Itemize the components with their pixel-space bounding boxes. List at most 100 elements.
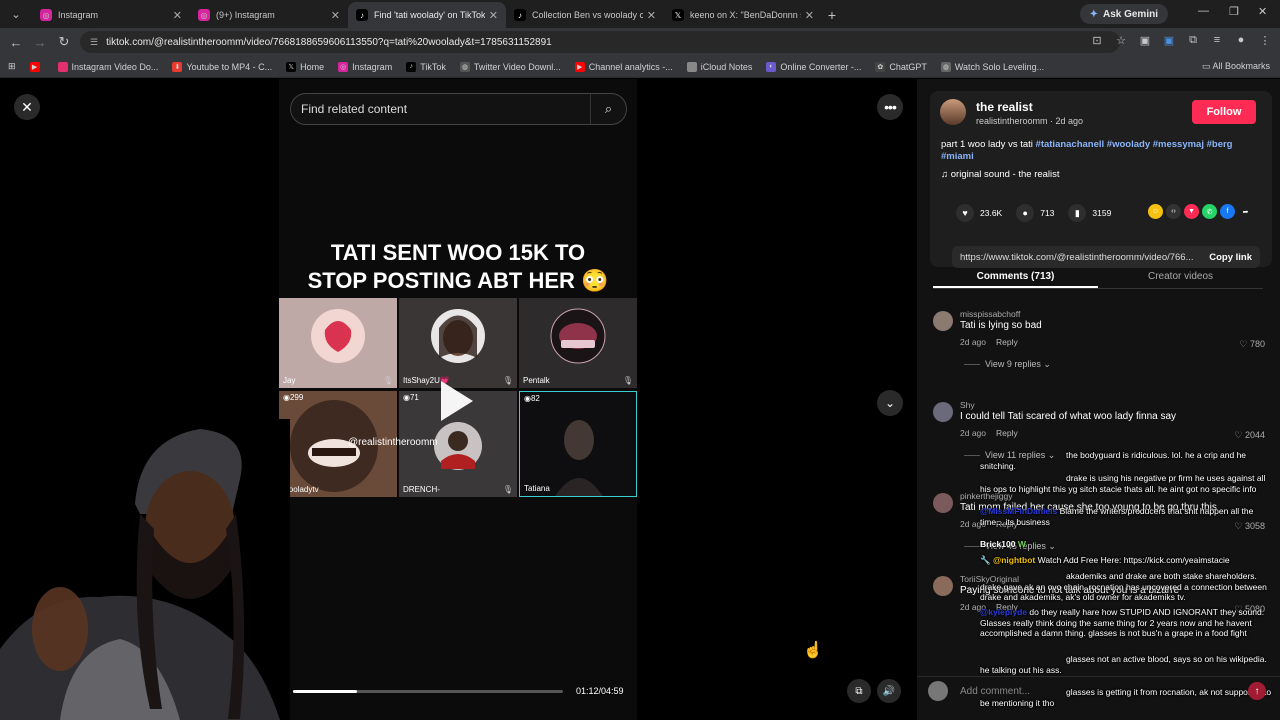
extension-icon[interactable]: ▣	[1138, 34, 1152, 47]
search-icon[interactable]: ⌕	[590, 94, 626, 124]
instagram-icon: ◎	[198, 9, 210, 21]
embed-code-icon[interactable]: ‹›	[1166, 204, 1181, 219]
author-avatar[interactable]	[940, 99, 966, 125]
share-arrow-icon[interactable]: ➦	[1238, 204, 1253, 219]
address-bar[interactable]: ☰ tiktok.com/@realistintheroomm/video/76…	[80, 31, 1120, 53]
send-friends-icon[interactable]: ▼	[1184, 204, 1199, 219]
share-link-box[interactable]: https://www.tiktok.com/@realistintheroom…	[952, 246, 1260, 268]
ask-gemini-button[interactable]: ✦ Ask Gemini	[1079, 4, 1168, 24]
bookmark-chatgpt[interactable]: ✿ ChatGPT	[875, 61, 927, 72]
bookmark-star-icon[interactable]: ☆	[1114, 34, 1128, 47]
add-comment-input[interactable]: Add comment...	[960, 686, 1030, 697]
coin-icon[interactable]: ☺	[1148, 204, 1163, 219]
bookmark-solo-leveling[interactable]: ◍ Watch Solo Leveling...	[940, 61, 1044, 72]
minimize-icon[interactable]: —	[1198, 5, 1209, 17]
search-placeholder: Find related content	[301, 102, 408, 116]
comment-username[interactable]: Shy	[960, 400, 975, 410]
tab-x-post[interactable]: 𝕏 keeno on X: "BenDaDonnn spe ✕	[664, 2, 822, 28]
reload-icon[interactable]: ↻	[52, 34, 76, 50]
author-handle[interactable]: realistintheroomm · 2d ago	[976, 116, 1083, 126]
close-video-button[interactable]: ✕	[14, 94, 40, 120]
bookmark-icloud-notes[interactable]: iCloud Notes	[686, 61, 752, 72]
play-icon[interactable]	[441, 381, 473, 421]
bookmark-online-converter[interactable]: ◐ Online Converter -...	[766, 61, 861, 72]
extensions-puzzle-icon[interactable]: ⧉	[1186, 34, 1200, 47]
close-tab-icon[interactable]: ✕	[805, 9, 814, 22]
participant-avatar	[431, 309, 485, 363]
author-name[interactable]: the realist	[976, 100, 1033, 114]
whatsapp-icon[interactable]: ✆	[1202, 204, 1217, 219]
next-video-button[interactable]: ⌄	[877, 390, 903, 416]
engagement-stats: ♥ 23.6K ● 713 ▮ 3159	[956, 204, 1125, 222]
view-replies-button[interactable]: View 9 replies ⌄	[985, 359, 1051, 370]
video-progress-bar[interactable]	[293, 690, 563, 693]
commenter-avatar[interactable]	[933, 311, 953, 331]
maximize-icon[interactable]: ❐	[1229, 5, 1239, 18]
chrome-menu-icon[interactable]: ⋮	[1258, 34, 1272, 47]
commenter-avatar[interactable]	[933, 402, 953, 422]
extension-icon-2[interactable]: ▣	[1162, 34, 1176, 47]
tab-search-icon[interactable]: ⌄	[4, 2, 28, 26]
all-bookmarks-button[interactable]: ▭ All Bookmarks	[1202, 61, 1270, 72]
bookmark-youtube-mp4[interactable]: ⬇ Youtube to MP4 - C...	[172, 61, 272, 72]
close-tab-icon[interactable]: ✕	[331, 9, 340, 22]
bookmark-twitter-video[interactable]: ◍ Twitter Video Downl...	[459, 61, 561, 72]
close-tab-icon[interactable]: ✕	[489, 9, 498, 22]
comment-button[interactable]: ● 713	[1016, 204, 1054, 222]
bookmark-instagram-video[interactable]: Instagram Video Do...	[57, 61, 158, 72]
comment-like[interactable]: ♡ 2044	[1234, 430, 1265, 441]
commenter-avatar[interactable]	[933, 576, 953, 596]
chat-text: W	[1017, 539, 1026, 549]
comment-username[interactable]: misspissabchoff	[960, 309, 1020, 319]
more-options-button[interactable]: •••	[877, 94, 903, 120]
close-tab-icon[interactable]: ✕	[647, 9, 656, 22]
participant-name: Jay	[283, 376, 296, 385]
commenter-avatar[interactable]	[933, 493, 953, 513]
apps-grid-icon[interactable]: ⊞	[8, 61, 16, 72]
follow-button[interactable]: Follow	[1192, 100, 1256, 124]
reply-button[interactable]: Reply	[996, 428, 1018, 438]
bookmark-youtube[interactable]: ▶	[29, 61, 44, 72]
youtube-studio-icon: ▶	[574, 61, 585, 72]
floating-player-button[interactable]: ⧉	[847, 679, 871, 703]
forward-icon[interactable]: →	[28, 35, 52, 50]
bookmark-channel-analytics[interactable]: ▶ Channel analytics -...	[574, 61, 673, 72]
video-player[interactable]: Find related content ⌕ TATI SENT WOO 15K…	[279, 79, 637, 720]
tab-tiktok-collection[interactable]: ♪ Collection Ben vs woolady crea ✕	[506, 2, 664, 28]
add-comment-bar: Add comment... ↑	[917, 676, 1280, 706]
tab-tiktok-search[interactable]: ♪ Find 'tati woolady' on TikTok | T ✕	[348, 2, 506, 28]
tab-instagram[interactable]: ◎ Instagram ✕	[32, 2, 190, 28]
comment-like[interactable]: ♡ 780	[1239, 339, 1265, 350]
site-info-icon[interactable]: ☰	[90, 37, 98, 48]
caption-hashtag-miami[interactable]: #miami	[941, 151, 974, 162]
tab-creator-videos[interactable]: Creator videos	[1098, 267, 1263, 288]
close-tab-icon[interactable]: ✕	[173, 9, 182, 22]
floating-player-icon: ⧉	[855, 685, 863, 697]
chat-username: @nightbot	[992, 555, 1036, 565]
volume-button[interactable]: 🔊	[877, 679, 901, 703]
post-comment-button[interactable]: ↑	[1248, 682, 1266, 700]
tab-instagram-2[interactable]: ◎ (9+) Instagram ✕	[190, 2, 348, 28]
profile-avatar-icon[interactable]: ●	[1234, 34, 1248, 47]
view-replies-label: View 9 replies	[985, 359, 1041, 369]
related-search-input[interactable]: Find related content ⌕	[290, 93, 627, 125]
current-user-avatar[interactable]	[928, 681, 948, 701]
facebook-icon[interactable]: f	[1220, 204, 1235, 219]
bookmark-instagram[interactable]: ◎ Instagram	[338, 61, 392, 72]
participant-name: DRENCH-	[403, 485, 440, 494]
viewer-count: ◉71	[403, 393, 419, 402]
close-window-icon[interactable]: ✕	[1258, 5, 1267, 18]
sound-link[interactable]: ♫ original sound - the realist	[941, 169, 1060, 180]
caption-hashtags[interactable]: #tatianachanell #woolady #messymaj #berg	[1036, 139, 1233, 150]
reply-button[interactable]: Reply	[996, 337, 1018, 347]
install-app-icon[interactable]: ⊡	[1090, 34, 1104, 47]
copy-link-button[interactable]: Copy link	[1209, 252, 1252, 263]
save-button[interactable]: ▮ 3159	[1068, 204, 1111, 222]
bookmark-tiktok[interactable]: ♪ TikTok	[406, 61, 446, 72]
new-tab-button[interactable]: +	[822, 2, 842, 28]
bookmark-home[interactable]: 𝕏 Home	[286, 61, 324, 72]
like-button[interactable]: ♥ 23.6K	[956, 204, 1002, 222]
reading-list-icon[interactable]: ≡	[1210, 34, 1224, 47]
back-icon[interactable]: ←	[4, 35, 28, 50]
tab-comments[interactable]: Comments (713)	[933, 267, 1098, 288]
